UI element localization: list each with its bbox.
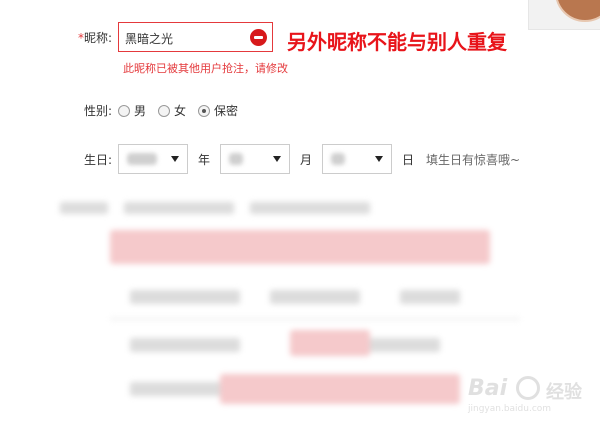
gender-option-secret[interactable]: 保密 bbox=[198, 102, 238, 119]
gender-radio-group: 男 女 保密 bbox=[118, 102, 250, 119]
birthday-day-select[interactable] bbox=[322, 144, 393, 174]
birthday-row: 生日: 年 月 日 填生日有惊喜哦~ bbox=[0, 144, 520, 174]
blurred-text bbox=[124, 202, 234, 214]
birthday-label: 生日: bbox=[83, 152, 112, 167]
annotation-text: 另外昵称不能与别人重复 bbox=[287, 30, 507, 54]
month-unit: 月 bbox=[300, 152, 313, 167]
year-unit: 年 bbox=[198, 152, 211, 167]
birthday-hint: 填生日有惊喜哦~ bbox=[426, 152, 521, 167]
error-minus-icon[interactable] bbox=[250, 29, 267, 46]
watermark-brand-cn: 经验 bbox=[546, 382, 582, 403]
day-unit: 日 bbox=[402, 152, 415, 167]
avatar-container bbox=[528, 0, 600, 30]
nickname-label-text: 昵称: bbox=[83, 30, 112, 45]
radio-icon[interactable] bbox=[198, 104, 211, 117]
blurred-text bbox=[270, 290, 360, 304]
radio-icon[interactable] bbox=[158, 104, 171, 117]
blurred-highlight bbox=[110, 230, 490, 264]
dropdown-arrow-icon[interactable] bbox=[273, 156, 282, 162]
blurred-highlight bbox=[220, 374, 460, 404]
blurred-text bbox=[130, 338, 240, 352]
dropdown-arrow-icon[interactable] bbox=[171, 156, 179, 162]
nickname-row: *昵称: 黑暗之光 bbox=[0, 22, 273, 52]
day-value-blurred bbox=[331, 153, 346, 165]
blurred-highlight bbox=[290, 330, 370, 356]
avatar[interactable] bbox=[555, 0, 600, 22]
baidu-jingyan-watermark: Bai 经验 jingyan.baidu.com bbox=[468, 370, 596, 416]
gender-option-female[interactable]: 女 bbox=[158, 102, 186, 119]
year-value-blurred bbox=[127, 153, 157, 165]
paw-icon bbox=[516, 376, 540, 400]
gender-option-label: 男 bbox=[134, 104, 147, 118]
blurred-text bbox=[370, 338, 440, 352]
blurred-text bbox=[130, 290, 240, 304]
nickname-input[interactable]: 黑暗之光 bbox=[118, 22, 273, 52]
nickname-value[interactable]: 黑暗之光 bbox=[125, 30, 173, 47]
blurred-label bbox=[60, 202, 108, 214]
month-value-blurred bbox=[229, 153, 244, 165]
nickname-error-message: 此昵称已被其他用户抢注，请修改 bbox=[123, 62, 288, 75]
watermark-url: jingyan.baidu.com bbox=[468, 404, 552, 414]
radio-icon[interactable] bbox=[118, 104, 130, 117]
blurred-divider bbox=[110, 318, 520, 320]
gender-row: 性别: 男 女 保密 bbox=[0, 102, 250, 119]
gender-option-male[interactable]: 男 bbox=[118, 102, 146, 119]
gender-option-label: 女 bbox=[174, 104, 187, 118]
birthday-year-select[interactable] bbox=[118, 144, 188, 174]
gender-label: 性别: bbox=[83, 104, 112, 118]
nickname-label: *昵称: bbox=[0, 29, 118, 46]
dropdown-arrow-icon[interactable] bbox=[375, 156, 384, 162]
birthday-month-select[interactable] bbox=[220, 144, 291, 174]
blurred-text bbox=[250, 202, 370, 214]
gender-option-label: 保密 bbox=[214, 104, 239, 118]
blurred-text bbox=[400, 290, 460, 304]
watermark-brand: Bai bbox=[468, 376, 508, 401]
